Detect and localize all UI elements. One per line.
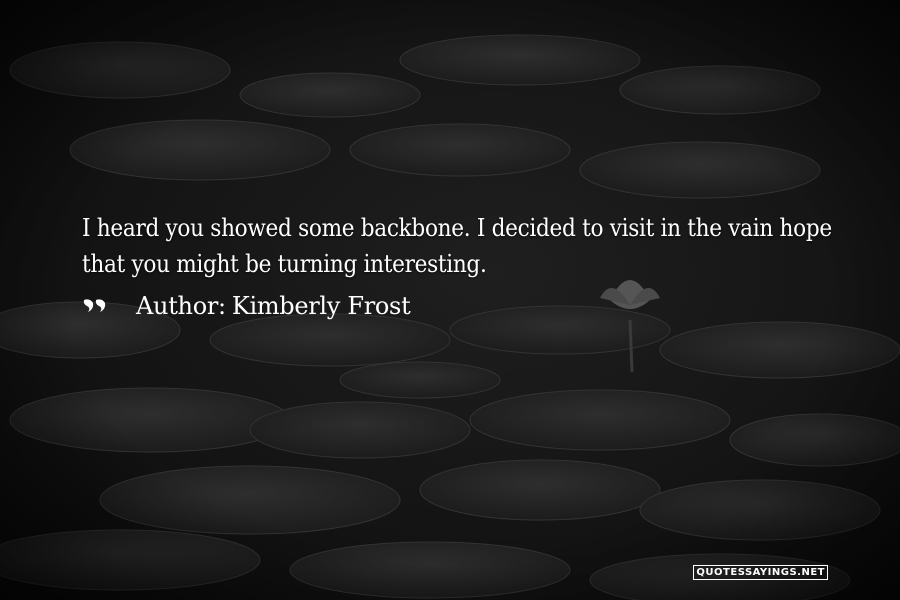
quote-line-1: I heard you showed some backbone. I deci… [82,214,832,242]
quotation-marks-icon [83,299,106,312]
quote-image: I heard you showed some backbone. I deci… [0,0,900,600]
quote-text: I heard you showed some backbone. I deci… [82,210,842,282]
quote-block: I heard you showed some backbone. I deci… [82,210,842,322]
author-label: Author: [136,292,226,320]
quote-line-2: that you might be turning interesting. [82,250,487,278]
author-name-link[interactable]: Kimberly Frost [232,290,411,322]
site-watermark: QUOTESSAYINGS.NET [693,565,828,580]
author-line: Author: Kimberly Frost [82,290,842,322]
